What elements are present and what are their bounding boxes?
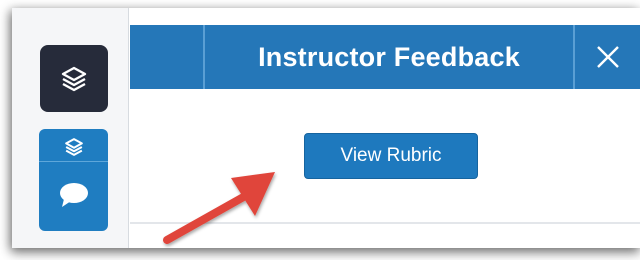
chat-bubble-icon: [59, 183, 88, 207]
close-button[interactable]: [575, 25, 640, 89]
red-arrow-icon: [163, 172, 275, 244]
chat-icon-wrap: [39, 175, 108, 215]
view-rubric-button[interactable]: View Rubric: [304, 133, 478, 179]
button-divider: [39, 161, 108, 162]
panel-title: Instructor Feedback: [258, 41, 520, 72]
layers-icon: [61, 66, 87, 91]
layers-icon-wrap: [39, 134, 108, 160]
close-icon: [596, 46, 619, 68]
layers-icon: [64, 138, 83, 156]
layers-button[interactable]: [40, 45, 108, 112]
panel-header: Instructor Feedback: [130, 25, 640, 89]
feedback-toggle-button[interactable]: [39, 129, 108, 231]
